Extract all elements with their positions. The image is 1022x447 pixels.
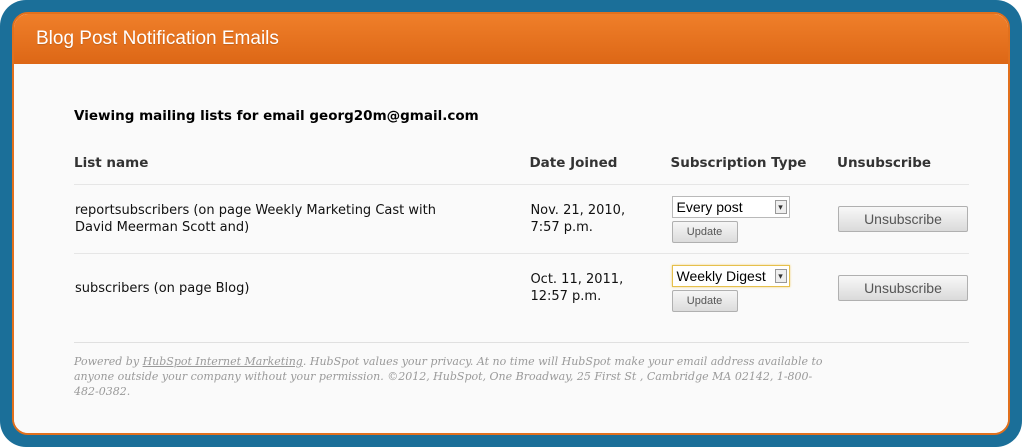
footer-line: anyone outside your company without your… [74,370,813,383]
hubspot-link[interactable]: HubSpot Internet Marketing [143,355,303,368]
list-name-cell: subscribers (on page Blog) [74,253,530,322]
page-frame: Blog Post Notification Emails Viewing ma… [0,0,1022,447]
unsubscribe-cell: Unsubscribe [836,184,969,254]
subscription-type-cell: Every post ▾ Update [670,184,837,254]
time-line: 12:57 p.m. [530,289,602,304]
date-line: Oct. 11, 2011, [530,272,624,287]
notification-panel: Blog Post Notification Emails Viewing ma… [12,12,1010,435]
mailing-lists-table: List name Date Joined Subscription Type … [74,152,969,322]
table-row: subscribers (on page Blog) Oct. 11, 2011… [74,253,969,322]
unsubscribe-button[interactable]: Unsubscribe [837,206,968,232]
table-header-row: List name Date Joined Subscription Type … [74,152,969,185]
unsubscribe-button[interactable]: Unsubscribe [837,275,968,301]
header-subscription-type: Subscription Type [670,155,807,171]
footer-line: Powered by HubSpot Internet Marketing. H… [74,354,969,369]
update-button[interactable]: Update [671,289,738,312]
footer-privacy-text: . HubSpot values your privacy. At no tim… [302,355,823,368]
panel-title: Blog Post Notification Emails [14,14,1008,64]
unsubscribe-cell: Unsubscribe [836,253,969,322]
header-unsubscribe: Unsubscribe [836,155,932,171]
subscription-type-value: Weekly Digest [676,267,766,284]
chevron-down-icon[interactable]: ▾ [774,199,787,214]
date-joined-cell: Oct. 11, 2011, 12:57 p.m. [529,253,671,322]
table-row: reportsubscribers (on page Weekly Market… [74,184,969,254]
subscription-type-cell: Weekly Digest ▾ Update [670,253,837,322]
header-date-joined: Date Joined [529,155,618,171]
footer-divider [74,342,969,343]
panel-body: Viewing mailing lists for email georg20m… [14,64,1008,433]
footer-text: Powered by HubSpot Internet Marketing. H… [74,354,969,399]
subscription-type-select[interactable]: Weekly Digest ▾ [671,264,790,287]
update-button[interactable]: Update [671,220,738,243]
list-name-cell: reportsubscribers (on page Weekly Market… [74,184,530,254]
chevron-down-icon[interactable]: ▾ [774,268,787,283]
viewing-email-label: Viewing mailing lists for email georg20m… [74,108,479,124]
list-name-line: reportsubscribers (on page Weekly Market… [75,203,436,218]
list-name-line: David Meerman Scott and) [75,220,250,235]
footer-prefix: Powered by [74,355,143,368]
list-name-line: subscribers (on page Blog) [75,280,250,296]
header-list-name: List name [74,155,149,171]
date-line: Nov. 21, 2010, [530,203,626,218]
subscription-type-select[interactable]: Every post ▾ [671,195,790,218]
footer-line: 482-0382. [74,385,131,398]
time-line: 7:57 p.m. [530,220,593,235]
date-joined-cell: Nov. 21, 2010, 7:57 p.m. [529,184,671,254]
subscription-type-value: Every post [676,198,743,215]
